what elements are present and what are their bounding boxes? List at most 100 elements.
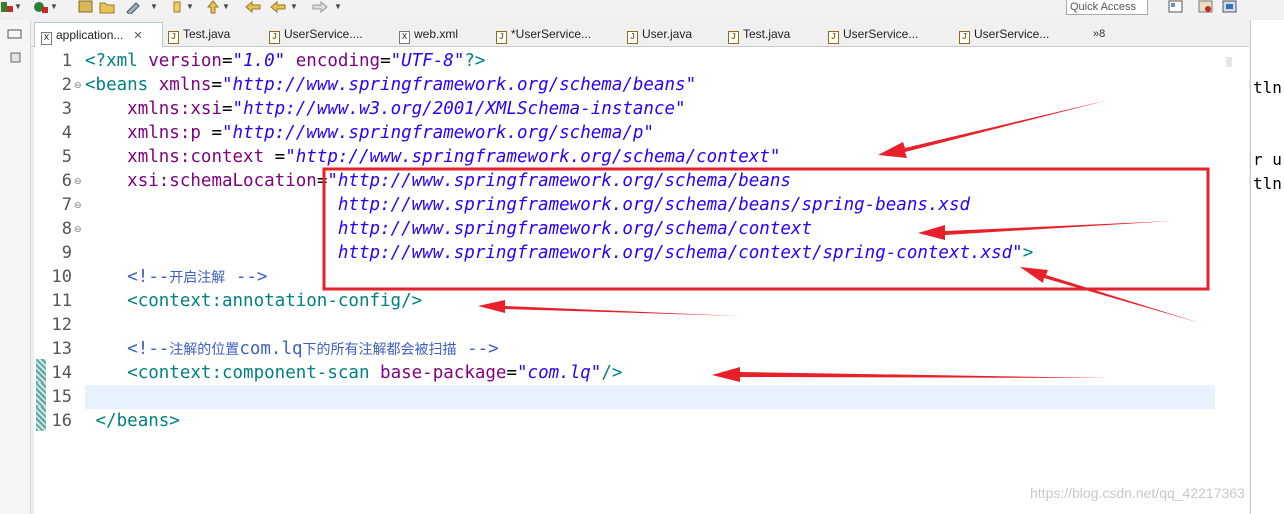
partial-text: tln [1253, 78, 1282, 97]
tab-web-xml[interactable]: Xweb.xml [399, 22, 458, 46]
overview-ruler [34, 47, 46, 514]
debug-icon[interactable] [33, 0, 49, 14]
equals: = [221, 99, 233, 119]
comment-text: 下的所有注解都会被扫描 [302, 342, 457, 358]
left-minimized-views [0, 20, 31, 514]
dropdown-arrow-icon[interactable]: ▼ [50, 2, 58, 11]
next-annotation-icon[interactable] [205, 0, 221, 14]
scrollbar-thumb[interactable] [1226, 57, 1232, 67]
tab-label: User.java [642, 27, 693, 41]
tab-label: UserService.... [284, 27, 363, 41]
line-number: 13 [51, 339, 72, 359]
code-line-6: xsi:schemaLocation="http://www.springfra… [85, 169, 791, 193]
attr-value: "http://www.springframework.org/schema/b… [327, 171, 791, 191]
java-file-icon: J [269, 31, 280, 44]
fold-toggle-icon[interactable]: ⊖ [74, 73, 82, 97]
attr-value: http://www.springframework.org/schema/co… [337, 219, 812, 239]
tag-name: <beans [85, 75, 159, 95]
code-line-1: <?xml version="1.0" encoding="UTF-8"?> [85, 49, 485, 73]
open-folder-icon[interactable] [99, 0, 115, 14]
line-number: 6 [61, 171, 72, 191]
line-number: 3 [61, 99, 72, 119]
attr-name: xsi:schemaLocation [127, 171, 317, 191]
package-explorer-icon[interactable] [6, 52, 24, 64]
tab-label: application... [56, 28, 124, 42]
restore-icon[interactable] [6, 28, 24, 40]
tab-overflow-button[interactable]: »8 [1093, 22, 1105, 46]
fold-toggle-icon[interactable]: ⊖ [74, 217, 82, 241]
comment-start: <!-- [127, 267, 170, 287]
dropdown-arrow-icon[interactable]: ▼ [222, 2, 230, 11]
line-number: 8 [61, 219, 72, 239]
tab-user-java[interactable]: J User.java [627, 22, 692, 46]
dropdown-arrow-icon[interactable]: ▼ [14, 2, 22, 11]
line-number: 1 [61, 51, 72, 71]
code-line-16: </beans> [85, 409, 180, 433]
watermark: https://blog.csdn.net/qq_42217363 [1030, 485, 1245, 501]
java-file-icon: J [496, 31, 507, 44]
java-perspective-icon[interactable] [1222, 0, 1238, 14]
tab-label: UserService... [843, 27, 919, 41]
equals: = [211, 123, 222, 143]
forward-icon[interactable] [312, 0, 328, 14]
dropdown-arrow-icon[interactable]: ▼ [290, 2, 298, 11]
java-file-icon: J [728, 31, 739, 44]
line-number-gutter: 1 2 3 4 5 6 7 8 9 10 11 12 13 14 15 16 ⊖… [34, 47, 84, 514]
equals: = [211, 75, 222, 95]
comment-text: 开启注解 [169, 270, 226, 286]
close-icon[interactable]: ✕ [133, 30, 142, 42]
partial-text: r u [1253, 150, 1282, 169]
back-icon[interactable] [245, 0, 261, 14]
tab-application-context[interactable]: Xapplication... ✕ [34, 22, 163, 48]
right-side-panel: tln r u tln [1250, 20, 1284, 514]
tag-end: > [1022, 243, 1034, 263]
tab-label: *UserService... [511, 27, 592, 41]
xml-file-icon: X [399, 31, 410, 44]
open-type-icon[interactable] [78, 0, 94, 14]
code-area[interactable]: <?xml version="1.0" encoding="UTF-8"?> <… [85, 47, 1249, 514]
tab-userservice-modified[interactable]: J *UserService... [496, 22, 591, 46]
tag-end: /> [601, 363, 623, 383]
comment-start: <!-- [127, 339, 170, 359]
line-number: 12 [51, 315, 72, 335]
attr-name: version [148, 51, 222, 71]
code-line-10: <!--开启注解 --> [85, 265, 267, 289]
fold-toggle-icon[interactable]: ⊖ [74, 193, 82, 217]
open-perspective-icon[interactable] [1168, 0, 1184, 14]
code-line-8: http://www.springframework.org/schema/co… [85, 217, 812, 241]
vertical-scrollbar[interactable] [1215, 47, 1249, 514]
partial-text: tln [1253, 174, 1282, 193]
java-file-icon: J [959, 31, 970, 44]
attr-value: "UTF-8" [390, 51, 465, 71]
tab-userservice-3[interactable]: J UserService... [959, 22, 1049, 46]
dropdown-arrow-icon[interactable]: ▼ [186, 2, 194, 11]
editor-tab-bar: Xapplication... ✕ J Test.java J UserService… [31, 22, 1249, 48]
code-line-13: <!--注解的位置com.lq下的所有注解都会被扫描 --> [85, 337, 499, 361]
fold-toggle-icon[interactable]: ⊖ [74, 169, 82, 193]
xml-file-icon: X [41, 32, 52, 45]
tab-label: Test.java [183, 27, 231, 41]
code-line-15-current[interactable] [85, 385, 1216, 409]
pen-icon[interactable] [125, 0, 141, 14]
quick-access-input[interactable]: Quick Access [1066, 0, 1148, 15]
line-number: 9 [61, 243, 72, 263]
tab-test-java-2[interactable]: J Test.java [728, 22, 790, 46]
java-file-icon: J [828, 31, 839, 44]
attr-value: "http://www.springframework.org/schema/b… [222, 75, 697, 95]
attr-value: http://www.springframework.org/schema/co… [337, 243, 1023, 263]
java-ee-perspective-icon[interactable] [1198, 0, 1214, 14]
tab-label: UserService... [974, 27, 1050, 41]
xml-editor[interactable]: 1 2 3 4 5 6 7 8 9 10 11 12 13 14 15 16 ⊖… [34, 47, 1249, 514]
code-line-2: <beans xmlns="http://www.springframework… [85, 73, 696, 97]
dropdown-arrow-icon[interactable]: ▼ [334, 2, 342, 11]
tab-userservice-2[interactable]: J UserService... [828, 22, 918, 46]
tab-test-java[interactable]: J Test.java [168, 22, 230, 46]
code-line-9: http://www.springframework.org/schema/co… [85, 241, 1033, 265]
attr-name: xmlns:xsi [127, 99, 222, 119]
back-history-icon[interactable] [270, 0, 286, 14]
attr-name: encoding [295, 51, 381, 71]
annotation-icon[interactable] [170, 0, 186, 14]
dropdown-arrow-icon[interactable]: ▼ [150, 2, 158, 11]
tab-userservice[interactable]: J UserService.... [269, 22, 363, 46]
